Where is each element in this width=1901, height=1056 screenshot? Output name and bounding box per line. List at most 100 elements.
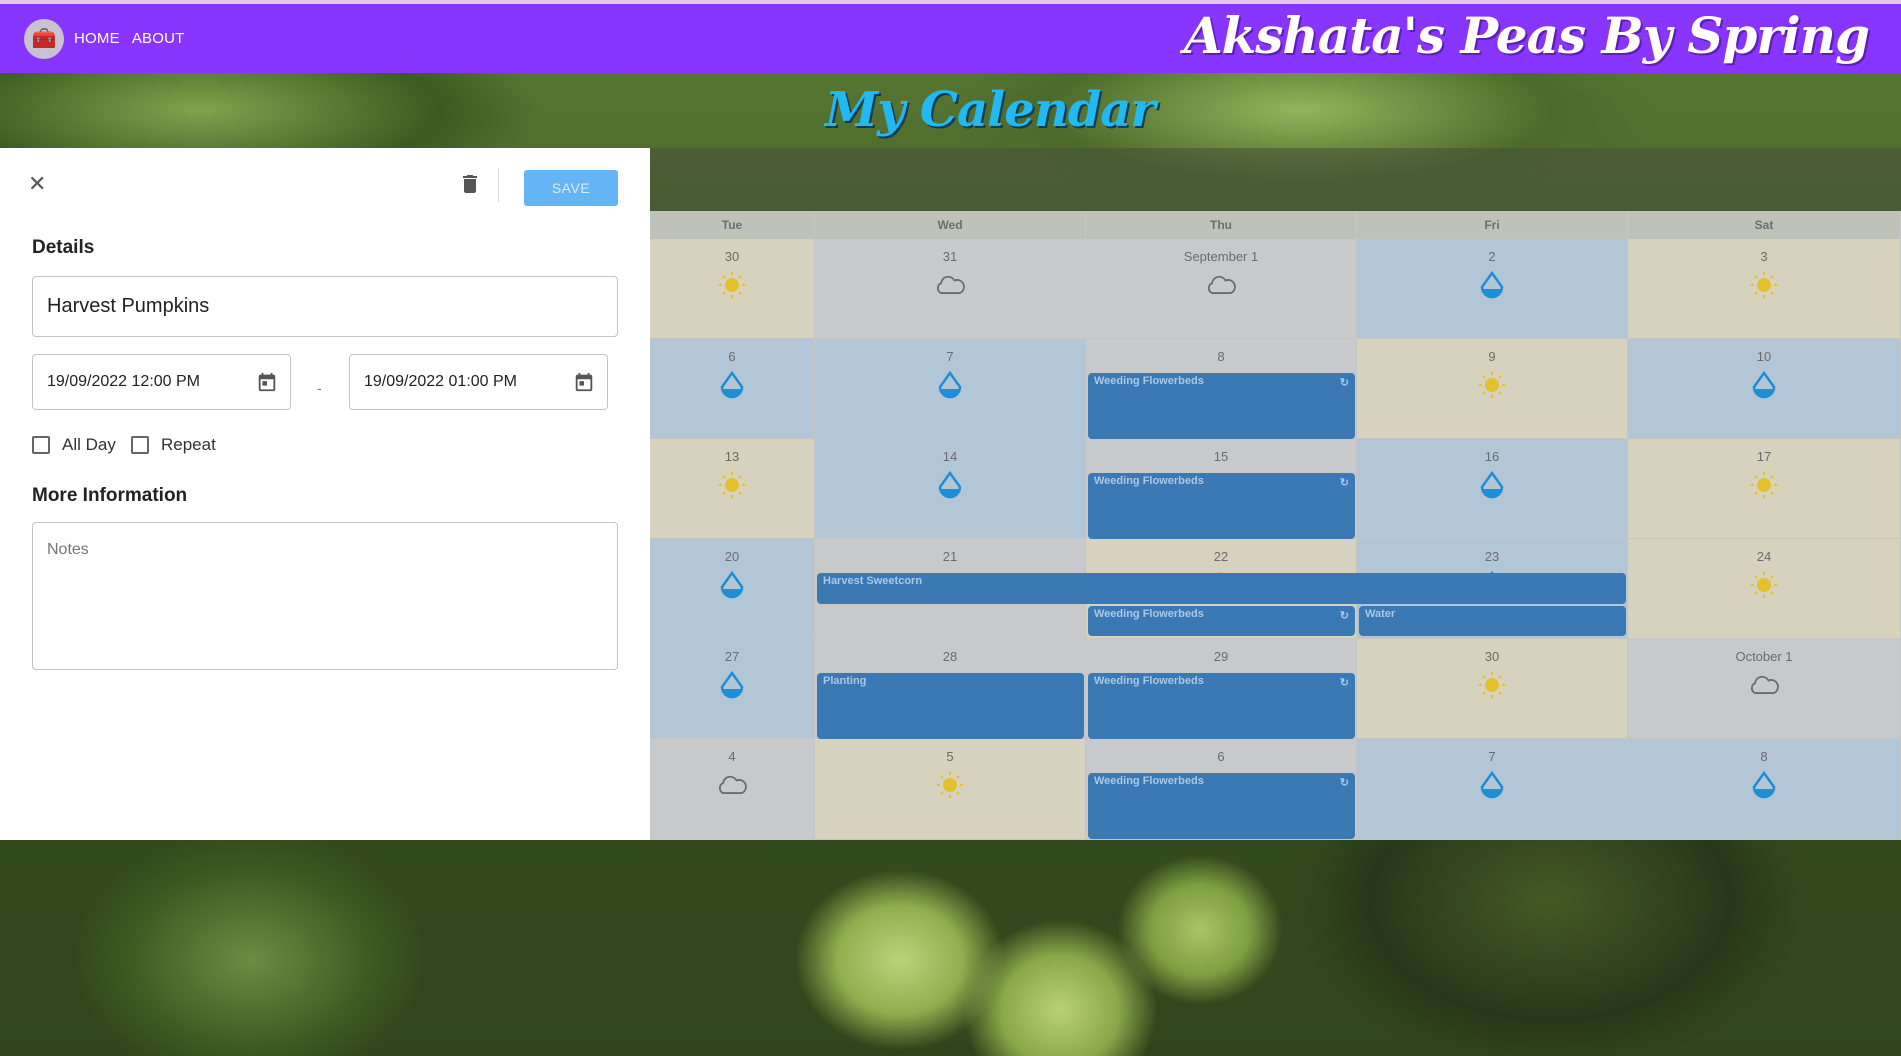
end-date-value: 19/09/2022 01:00 PM [364,373,518,390]
repeat-label: Repeat [161,435,216,454]
day-number: 5 [946,749,954,764]
day-number: 8 [1760,749,1768,764]
day-number: 30 [724,249,740,264]
sun-icon [650,270,814,300]
calendar-day-cell[interactable]: 30 [650,239,815,339]
day-number: 13 [724,449,740,464]
calendar-day-cell[interactable]: 14 [815,439,1086,539]
raindrop-icon [1628,770,1900,800]
checkbox-box[interactable] [32,436,50,454]
day-of-week-header: Tue Wed Thu Fri Sat [650,211,1901,239]
close-icon[interactable]: ✕ [28,172,52,196]
day-number: 6 [728,349,736,364]
details-heading: Details [32,237,95,258]
raindrop-icon [1628,370,1900,400]
day-number: 4 [728,749,736,764]
repeat-icon: ↻ [1339,677,1349,689]
calendar-day-cell[interactable]: 10 [1628,339,1901,439]
event-title: Weeding Flowerbeds [1094,608,1204,620]
day-number: 20 [724,549,740,564]
repeat-icon: ↻ [1339,777,1349,789]
checkbox-box[interactable] [131,436,149,454]
day-number: 10 [1756,349,1772,364]
all-day-checkbox[interactable]: All Day [32,435,116,455]
calendar-day-cell[interactable]: 7 [1357,739,1628,840]
notes-field[interactable] [32,522,618,670]
nav-home-link[interactable]: HOME [74,30,120,47]
calendar-icon[interactable] [256,371,278,393]
calendar-day-cell[interactable]: 17 [1628,439,1901,539]
calendar-day-cell[interactable]: 31 [815,239,1086,339]
calendar-event[interactable]: Water [1359,606,1626,636]
calendar-day-cell[interactable]: 30 [1357,639,1628,739]
day-number: 23 [1484,549,1500,564]
repeat-checkbox[interactable]: Repeat [131,435,216,455]
sun-icon [650,470,814,500]
calendar-day-cell[interactable]: 6 [650,339,815,439]
calendar-grid: Tue Wed Thu Fri Sat 30 31 September 1 2 3 6 7 8 9 10 1… [650,211,1901,840]
title-input[interactable]: Harvest Pumpkins [32,276,618,337]
calendar-day-cell[interactable]: 4 [650,739,815,840]
raindrop-icon [1357,270,1627,300]
calendar-day-cell[interactable]: October 1 [1628,639,1901,739]
calendar-icon[interactable] [573,371,595,393]
end-date-field[interactable]: 19/09/2022 01:00 PM [349,354,608,410]
day-number: 3 [1760,249,1768,264]
calendar-event[interactable]: Weeding Flowerbeds ↻ [1088,606,1355,636]
calendar-event[interactable]: Weeding Flowerbeds ↻ [1088,673,1355,739]
day-header-fri: Fri [1357,211,1628,239]
day-number: 16 [1484,449,1500,464]
calendar-event[interactable]: Harvest Sweetcorn [817,573,1626,604]
calendar-day-cell[interactable]: 16 [1357,439,1628,539]
sun-icon [1357,370,1627,400]
day-number: 8 [1217,349,1225,364]
day-number: 22 [1213,549,1229,564]
day-number: 17 [1756,449,1772,464]
toolbox-icon[interactable]: 🧰 [24,18,64,59]
event-title: Weeding Flowerbeds [1094,475,1204,487]
day-number: 30 [1484,649,1500,664]
calendar-day-cell[interactable]: 9 [1357,339,1628,439]
calendar-day-cell[interactable]: September 1 [1086,239,1357,339]
calendar-day-cell[interactable]: 20 [650,539,815,639]
calendar-event[interactable]: Weeding Flowerbeds ↻ [1088,473,1355,539]
event-title: Water [1365,608,1396,620]
calendar-day-cell[interactable]: 24 [1628,539,1901,639]
repeat-icon: ↻ [1339,377,1349,389]
event-title: Weeding Flowerbeds [1094,675,1204,687]
raindrop-icon [815,370,1085,400]
calendar-day-cell[interactable]: 13 [650,439,815,539]
raindrop-icon [815,470,1085,500]
date-range-separator: - [317,380,322,396]
save-button[interactable]: SAVE [524,170,618,206]
calendar-event[interactable]: Weeding Flowerbeds ↻ [1088,773,1355,839]
calendar-day-cell[interactable]: 5 [815,739,1086,840]
calendar-event[interactable]: Weeding Flowerbeds ↻ [1088,373,1355,439]
calendar-day-cell[interactable]: 2 [1357,239,1628,339]
start-date-field[interactable]: 19/09/2022 12:00 PM [32,354,291,410]
repeat-icon: ↻ [1339,610,1349,622]
nav-about-link[interactable]: ABOUT [132,30,185,47]
brand-title: Akshata's Peas By Spring [1183,6,1870,65]
calendar-day-cell[interactable]: 8 [1628,739,1901,840]
sun-icon [815,770,1085,800]
day-number: 27 [724,649,740,664]
day-number: 7 [1488,749,1496,764]
day-number: 2 [1488,249,1496,264]
day-number: 9 [1488,349,1496,364]
calendar-day-cell[interactable]: 7 [815,339,1086,439]
event-title: Harvest Sweetcorn [823,575,923,587]
day-number: 14 [942,449,958,464]
day-number: 31 [942,249,958,264]
day-number: 21 [942,549,958,564]
calendar-day-cell[interactable]: 3 [1628,239,1901,339]
day-number: October 1 [1735,649,1793,664]
raindrop-icon [650,670,814,700]
cloud-icon [650,770,814,800]
top-navbar: 🧰 HOME ABOUT Akshata's Peas By Spring [0,0,1901,73]
day-number: 6 [1217,749,1225,764]
trash-icon[interactable] [458,172,482,196]
all-day-label: All Day [62,435,116,454]
calendar-day-cell[interactable]: 27 [650,639,815,739]
calendar-event[interactable]: Planting [817,673,1084,739]
